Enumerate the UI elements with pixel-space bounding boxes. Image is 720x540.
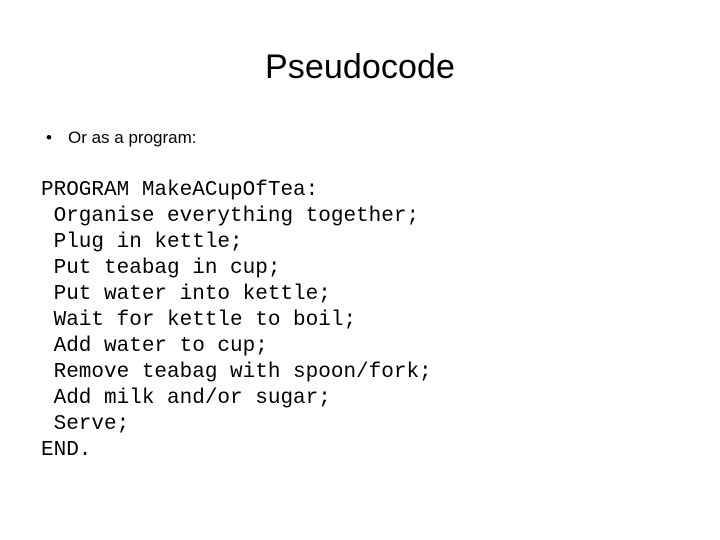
code-line: Serve; (41, 413, 130, 436)
code-line: Organise everything together; (41, 205, 420, 228)
code-line: END. (41, 439, 92, 462)
code-line: Add water to cup; (41, 335, 268, 358)
list-item: • Or as a program: (40, 126, 680, 150)
list-item-label: Or as a program: (68, 128, 197, 147)
code-line: Put teabag in cup; (41, 257, 281, 280)
bullet-list: • Or as a program: (40, 126, 680, 150)
code-line: Add milk and/or sugar; (41, 387, 331, 410)
pseudocode-block: PROGRAM MakeACupOfTea: Organise everythi… (41, 178, 432, 464)
page-title: Pseudocode (264, 48, 456, 86)
code-line: Wait for kettle to boil; (41, 309, 357, 332)
code-line: PROGRAM MakeACupOfTea: (41, 179, 319, 202)
code-line: Remove teabag with spoon/fork; (41, 361, 432, 384)
code-line: Plug in kettle; (41, 231, 243, 254)
bullet-point-icon: • (46, 128, 52, 147)
slide-canvas: Pseudocode • Or as a program: PROGRAM Ma… (0, 0, 720, 540)
code-line: Put water into kettle; (41, 283, 331, 306)
